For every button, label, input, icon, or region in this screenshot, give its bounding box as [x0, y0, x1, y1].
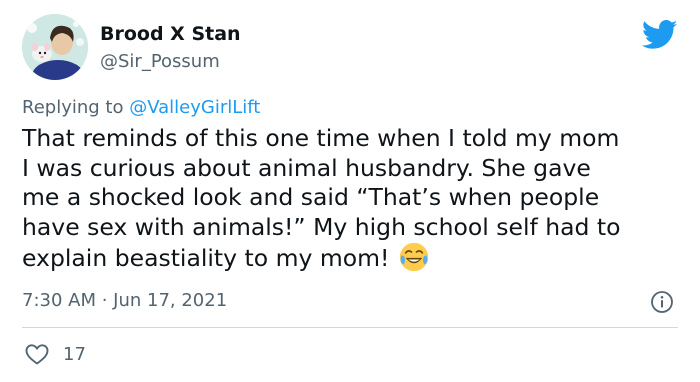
display-name[interactable]: Brood X Stan	[100, 22, 241, 46]
like-count: 17	[63, 344, 86, 365]
laughing-tears-emoji-icon	[400, 242, 429, 272]
info-icon[interactable]	[650, 290, 674, 314]
tweet-text: That reminds of this one time when I tol…	[22, 124, 672, 274]
tweet-line: I was curious about animal husbandry. Sh…	[22, 153, 591, 182]
tweet-line: explain beastiality to my mom!	[22, 244, 390, 272]
user-handle[interactable]: @Sir_Possum	[100, 50, 220, 74]
divider	[22, 327, 678, 328]
reply-mention-link[interactable]: @ValleyGirlLift	[129, 97, 260, 118]
tweet-line: That reminds of this one time when I tol…	[22, 124, 620, 152]
twitter-bird-icon[interactable]	[642, 20, 678, 50]
tweet-card: Brood X Stan @Sir_Possum Replying to @Va…	[0, 0, 700, 382]
tweet-last-line: explain beastiality to my mom!	[22, 242, 672, 274]
tweet-line: have sex with animals!” My high school s…	[22, 212, 621, 241]
tweet-timestamp[interactable]: 7:30 AM · Jun 17, 2021	[22, 289, 227, 313]
heart-icon[interactable]	[24, 342, 50, 366]
tweet-line: me a shocked look and said “That’s when …	[22, 183, 600, 211]
replying-prefix: Replying to	[22, 97, 130, 118]
avatar-image	[22, 14, 88, 80]
avatar[interactable]	[22, 14, 88, 80]
replying-to: Replying to @ValleyGirlLift	[22, 96, 260, 120]
